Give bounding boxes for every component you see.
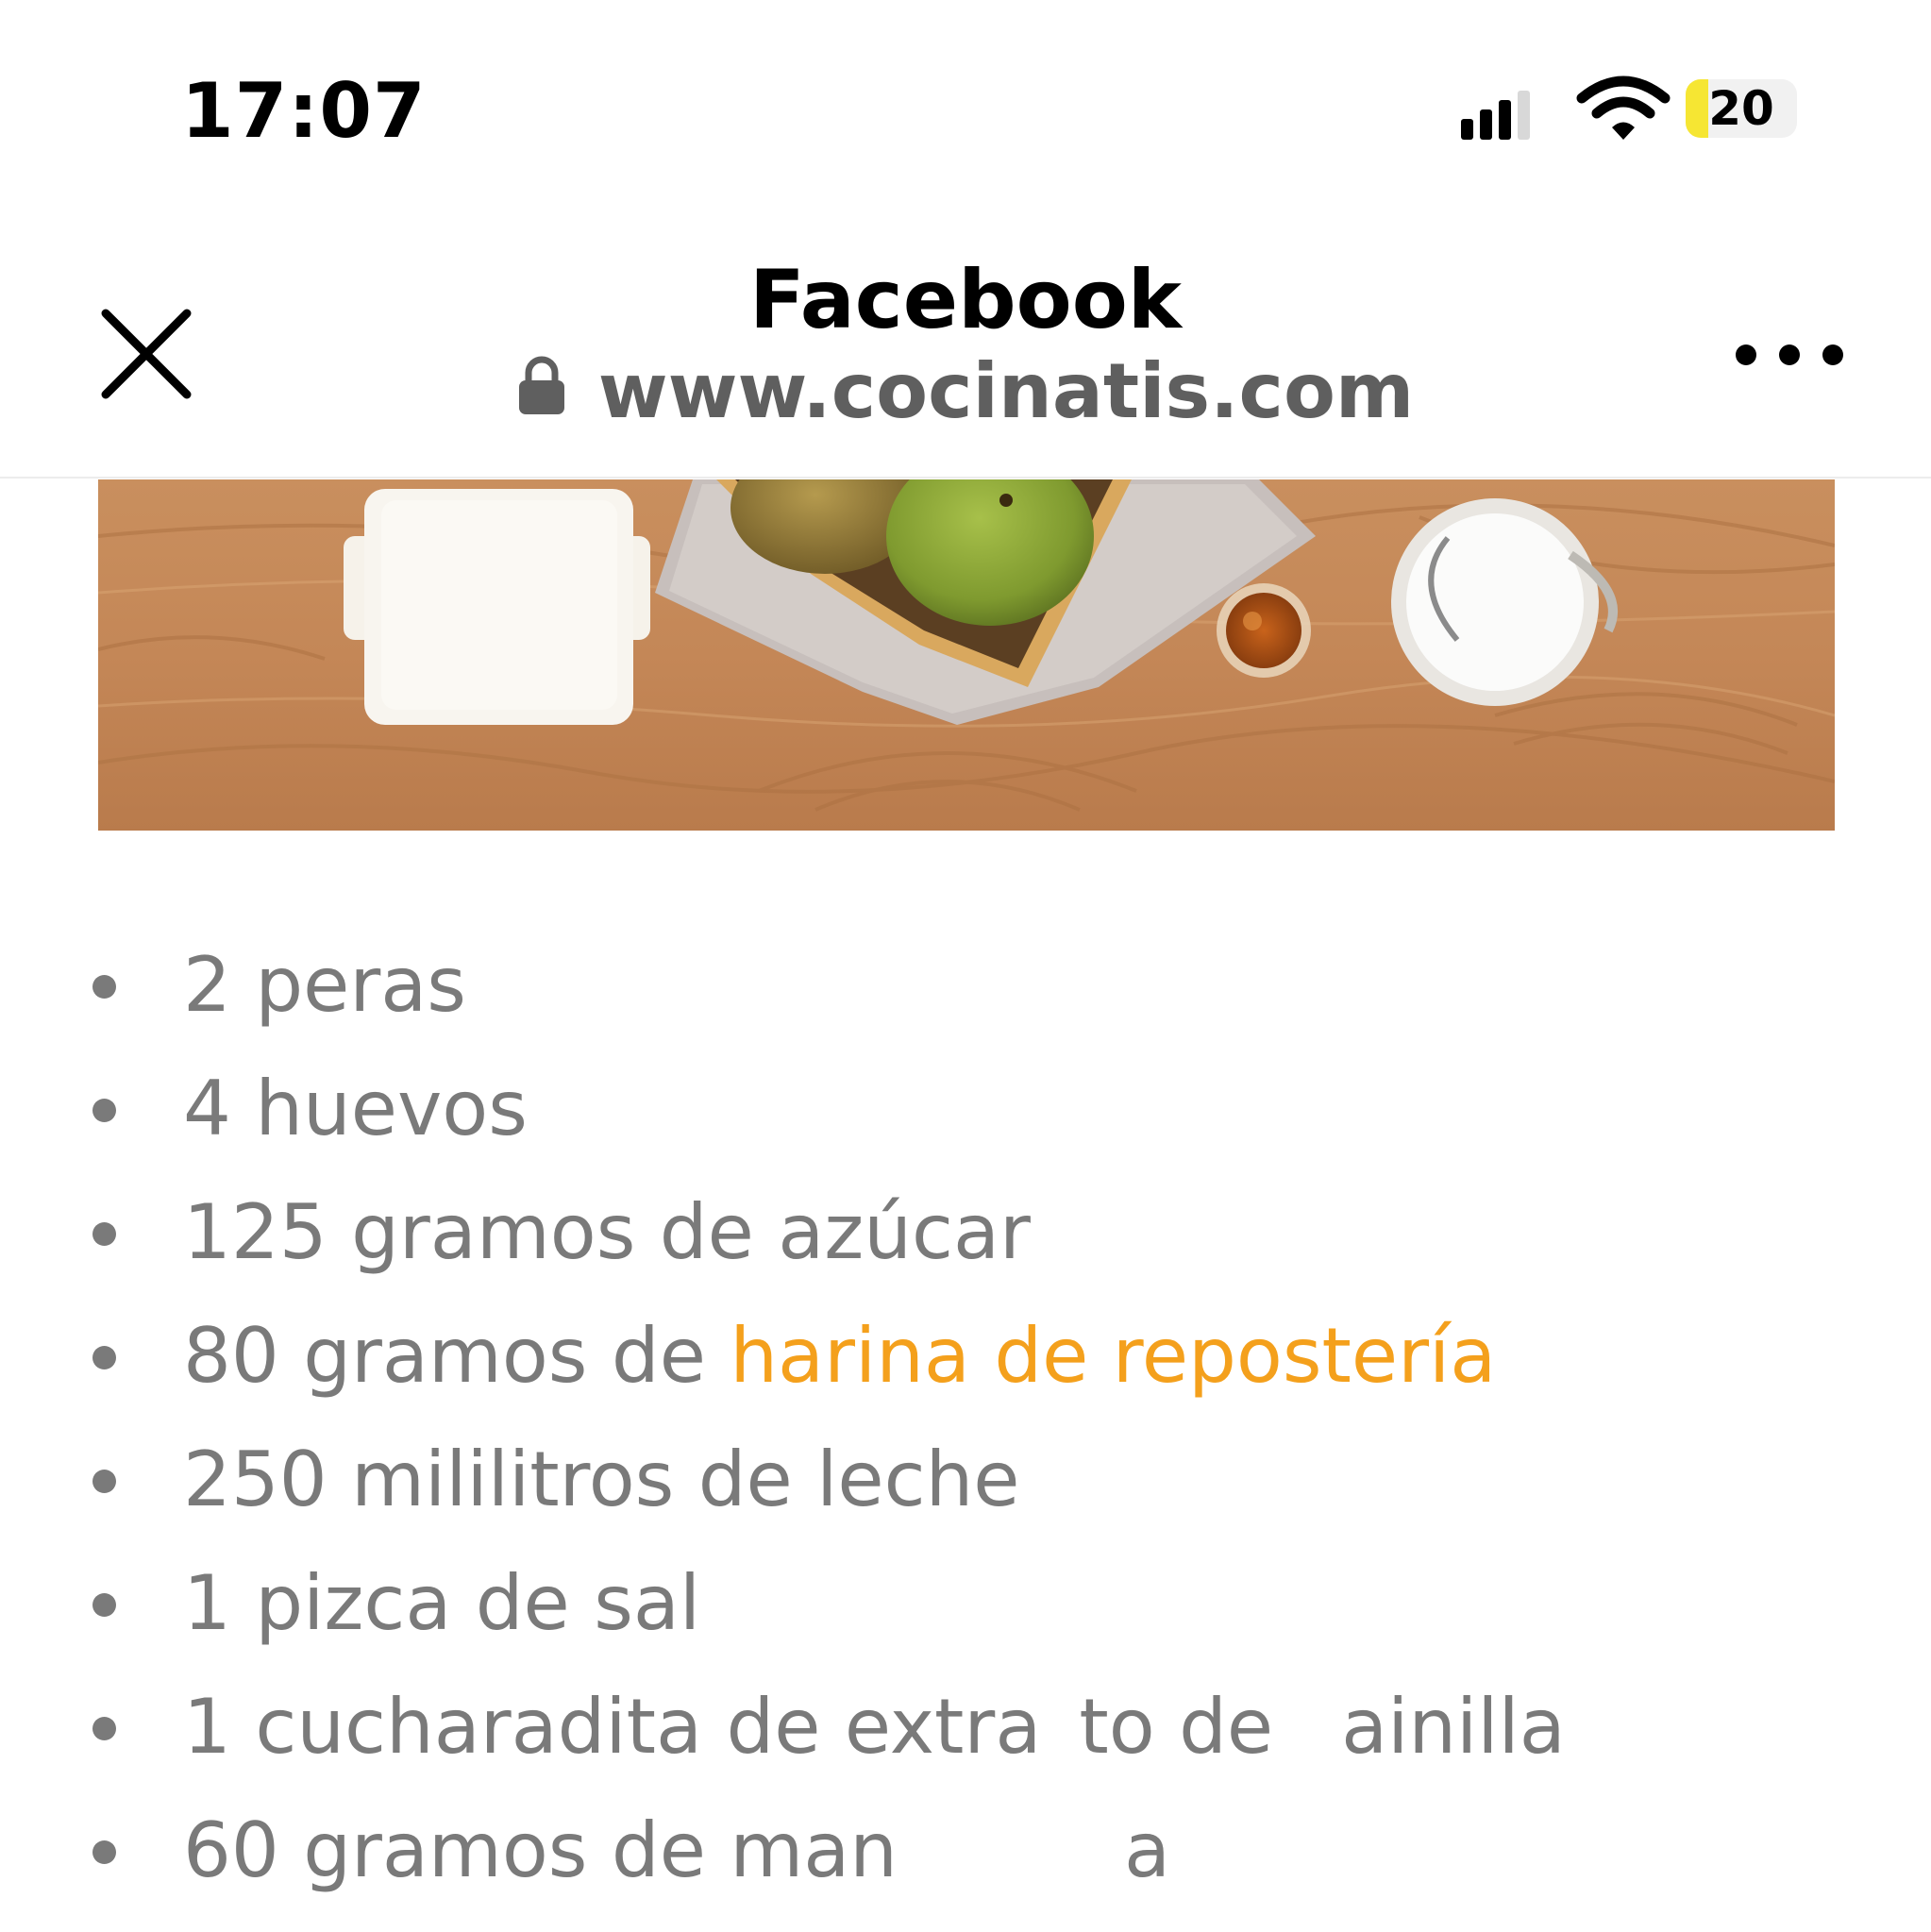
bullet xyxy=(92,1346,116,1369)
bullet xyxy=(92,1099,116,1122)
ingredient-fragment: to de xyxy=(1079,1683,1274,1771)
list-item: 2 peras xyxy=(0,923,1931,1047)
bullet xyxy=(92,1470,116,1493)
url-text: www.cocinatis.com xyxy=(597,347,1415,435)
list-item: 250 mililitros de leche xyxy=(0,1418,1931,1541)
ingredient-text: 60 gramos de man a xyxy=(183,1789,1170,1912)
pears-flour-honey-milk-photo xyxy=(98,479,1835,831)
ingredient-text: 125 gramos de azúcar xyxy=(183,1188,1031,1276)
bullet xyxy=(92,1593,116,1617)
ingredient-text: 1 cucharadita de extra to de ainilla xyxy=(183,1665,1566,1789)
list-item: 80 gramos de harina de repostería xyxy=(0,1294,1931,1418)
bullet xyxy=(92,1222,116,1246)
ingredient-text: 2 peras xyxy=(183,941,466,1029)
cellular-signal-icon xyxy=(1461,91,1530,140)
list-item: 1 pizca de sal xyxy=(0,1541,1931,1665)
wifi-icon xyxy=(1576,76,1671,140)
ingredient-fragment: ainilla xyxy=(1341,1683,1566,1771)
ingredient-text: 80 gramos de harina de repostería xyxy=(183,1294,1496,1418)
lock-icon xyxy=(518,356,564,414)
status-time: 17:07 xyxy=(181,67,427,155)
page-title: Facebook xyxy=(749,253,1182,347)
status-bar: 17:07 20 xyxy=(0,0,1931,217)
list-item: 4 huevos xyxy=(0,1047,1931,1170)
ingredient-prefix: 80 gramos de xyxy=(183,1312,730,1400)
ingredient-fragment: 60 gramos de man xyxy=(183,1806,898,1894)
url-bar[interactable]: www.cocinatis.com xyxy=(0,344,1931,439)
ingredient-text: 1 pizca de sal xyxy=(183,1559,701,1647)
list-item: 125 gramos de azúcar xyxy=(0,1170,1931,1294)
recipe-hero-photo xyxy=(98,479,1835,831)
bullet xyxy=(92,975,116,999)
ingredient-fragment: 1 cucharadita de extra xyxy=(183,1683,1042,1771)
ingredients-list: 2 peras 4 huevos 125 gramos de azúcar 80… xyxy=(0,923,1931,1912)
bullet xyxy=(92,1717,116,1740)
battery-indicator: 20 xyxy=(1686,79,1797,138)
battery-percentage: 20 xyxy=(1708,81,1774,136)
ingredient-fragment: a xyxy=(1124,1806,1171,1894)
bullet xyxy=(92,1840,116,1864)
list-item: 1 cucharadita de extra to de ainilla xyxy=(0,1665,1931,1789)
ingredient-text: 250 mililitros de leche xyxy=(183,1436,1020,1523)
in-app-browser-header: Facebook www.cocinatis.com xyxy=(0,217,1931,479)
more-horizontal-icon[interactable] xyxy=(1733,319,1846,391)
ingredient-text: 4 huevos xyxy=(183,1065,528,1152)
ingredient-link[interactable]: harina de repostería xyxy=(730,1312,1496,1400)
list-item: 60 gramos de man a xyxy=(0,1789,1931,1912)
